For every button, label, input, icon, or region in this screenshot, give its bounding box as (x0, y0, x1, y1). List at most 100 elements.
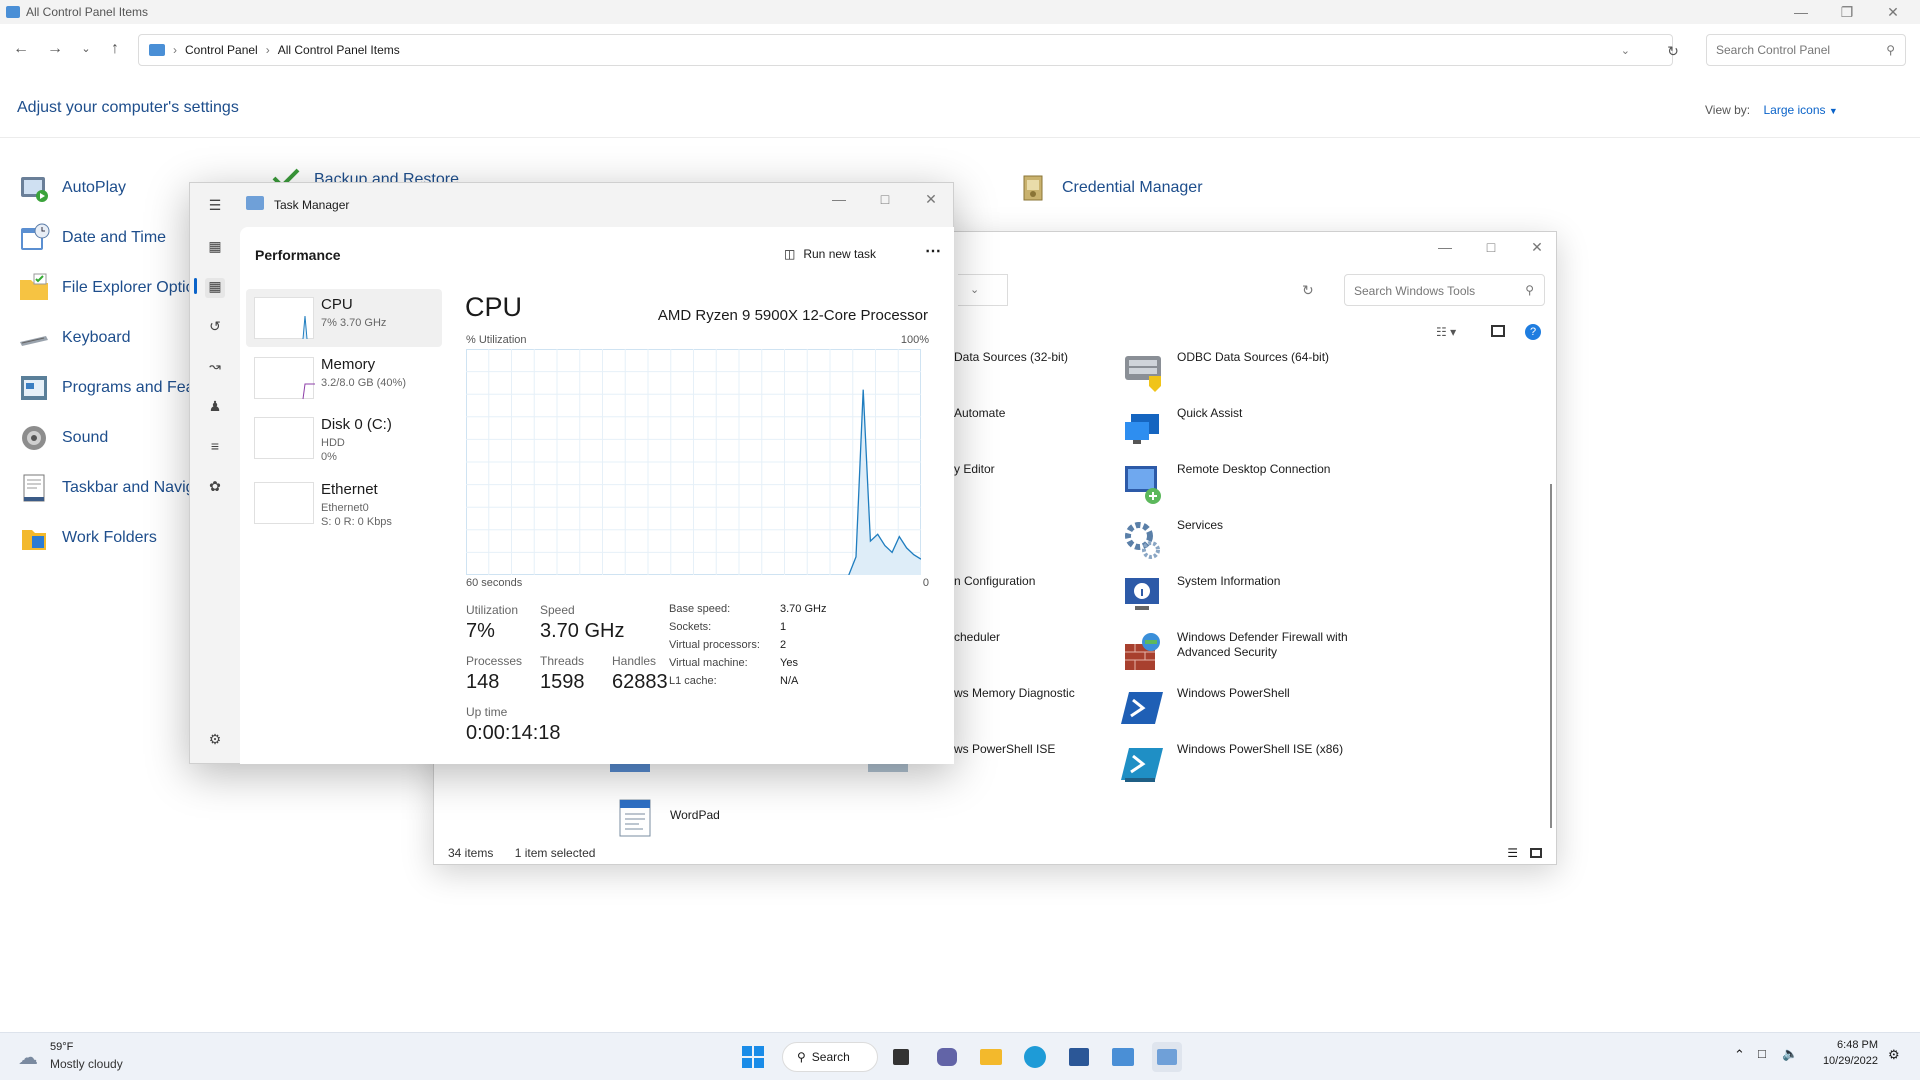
details-view-icon[interactable]: ☰ (1507, 846, 1518, 860)
wt-item-editor[interactable]: y Editor (954, 462, 995, 477)
settings-gear-icon[interactable]: ⚙ (205, 731, 225, 751)
wt-item-services[interactable]: Services (1121, 518, 1223, 562)
preview-pane-icon[interactable] (1491, 325, 1505, 337)
address-bar[interactable]: › Control Panel › All Control Panel Item… (138, 34, 1673, 66)
refresh-icon[interactable]: ↻ (1302, 282, 1314, 299)
wt-item-defender-firewall[interactable]: Windows Defender Firewall with Advanced … (1121, 630, 1357, 674)
breadcrumb-control-panel[interactable]: Control Panel (185, 43, 258, 57)
minimize-button[interactable]: — (1422, 232, 1468, 262)
file-explorer-icon[interactable] (976, 1042, 1006, 1072)
taskbar-search[interactable]: ⚲ Search (782, 1042, 878, 1072)
close-button[interactable]: ✕ (1870, 0, 1916, 24)
maximize-button[interactable]: □ (862, 183, 908, 215)
minimize-button[interactable]: — (816, 183, 862, 215)
chevron-down-icon[interactable]: ▼ (1829, 106, 1838, 116)
network-icon[interactable]: □ (1758, 1046, 1766, 1061)
perf-list-disk[interactable]: Disk 0 (C:) HDD 0% (246, 409, 442, 467)
app-history-icon[interactable]: ↺ (205, 318, 225, 338)
wt-item-configuration[interactable]: n Configuration (954, 574, 1035, 589)
notifications-icon[interactable]: ⚙ (1888, 1047, 1900, 1063)
cp-item-work-folders[interactable]: Work Folders (18, 522, 157, 554)
processes-label: Processes (466, 654, 523, 668)
cp-item-programs-features[interactable]: Programs and Feat (18, 372, 199, 404)
volume-icon[interactable]: 🔈 (1782, 1046, 1798, 1062)
search-icon: ⚲ (1886, 43, 1895, 57)
run-new-task-button[interactable]: ◫ Run new task (784, 247, 876, 261)
processes-icon[interactable]: ▦ (205, 238, 225, 258)
processes-value: 148 (466, 671, 500, 693)
start-button[interactable] (738, 1042, 768, 1072)
performance-icon[interactable]: ▦ (205, 278, 225, 298)
wt-item-powershell[interactable]: Windows PowerShell (1121, 686, 1290, 730)
startup-apps-icon[interactable]: ↝ (205, 358, 225, 378)
hamburger-menu-icon[interactable]: ☰ (205, 197, 225, 217)
speed-label: Speed (540, 603, 575, 617)
details-icon[interactable]: ≡ (205, 438, 225, 458)
store-icon[interactable] (1064, 1042, 1094, 1072)
minimize-button[interactable]: — (1778, 0, 1824, 24)
memory-thumbnail (254, 357, 315, 400)
edge-icon[interactable] (1020, 1042, 1050, 1072)
chevron-down-icon[interactable]: ⌄ (1621, 44, 1630, 57)
l1-cache-value: N/A (780, 675, 799, 687)
view-options-icon[interactable]: ☷ ▾ (1436, 325, 1456, 339)
up-icon[interactable]: ↑ (106, 40, 124, 58)
view-by-dropdown[interactable]: Large icons (1763, 103, 1825, 117)
weather-temp[interactable]: 59°F (50, 1041, 73, 1053)
wt-item-data-sources-32[interactable]: Data Sources (32-bit) (954, 350, 1068, 365)
control-panel-taskbar-icon[interactable] (1108, 1042, 1138, 1072)
recent-locations-icon[interactable]: ⌄ (77, 40, 95, 58)
scrollbar[interactable] (1550, 484, 1552, 828)
services-icon (1125, 522, 1160, 559)
wt-item-wordpad[interactable]: WordPad (614, 796, 720, 840)
wt-item-remote-desktop[interactable]: Remote Desktop Connection (1121, 462, 1330, 506)
wt-item-scheduler[interactable]: cheduler (954, 630, 1000, 645)
cp-item-autoplay[interactable]: AutoPlay (18, 172, 126, 204)
restore-button[interactable]: ❐ (1824, 0, 1870, 24)
odbc-icon (1125, 356, 1161, 392)
chat-icon[interactable] (932, 1042, 962, 1072)
large-icons-view-icon[interactable] (1530, 848, 1542, 858)
maximize-button[interactable]: □ (1468, 232, 1514, 262)
more-options-icon[interactable]: ⋯ (925, 241, 941, 261)
weather-desc[interactable]: Mostly cloudy (50, 1057, 123, 1071)
cp-item-taskbar-navigation[interactable]: Taskbar and Navig (18, 472, 195, 504)
help-icon[interactable]: ? (1525, 324, 1541, 340)
selection-count: 1 item selected (514, 846, 596, 860)
services-icon[interactable]: ✿ (205, 478, 225, 498)
weather-cloud-icon[interactable]: ☁ (18, 1045, 38, 1070)
cp-item-date-time[interactable]: Date and Time (18, 222, 166, 254)
search-control-panel-input[interactable]: Search Control Panel ⚲ (1706, 34, 1906, 66)
close-button[interactable]: ✕ (1514, 232, 1560, 262)
cp-item-file-explorer-options[interactable]: File Explorer Optio (18, 272, 195, 304)
search-windows-tools-input[interactable]: Search Windows Tools ⚲ (1344, 274, 1545, 306)
wt-item-automate[interactable]: Automate (954, 406, 1005, 421)
perf-list-ethernet[interactable]: Ethernet Ethernet0 S: 0 R: 0 Kbps (246, 474, 442, 532)
wt-item-quick-assist[interactable]: Quick Assist (1121, 406, 1242, 450)
perf-list-memory[interactable]: Memory 3.2/8.0 GB (40%) (246, 349, 442, 407)
close-button[interactable]: ✕ (908, 183, 954, 215)
task-view-icon[interactable] (886, 1042, 916, 1072)
cp-item-keyboard[interactable]: Keyboard (18, 322, 131, 354)
wt-item-odbc-64[interactable]: ODBC Data Sources (64-bit) (1121, 350, 1329, 394)
cp-item-sound[interactable]: Sound (18, 422, 108, 454)
perf-list-cpu[interactable]: CPU 7% 3.70 GHz (246, 289, 442, 347)
breadcrumb-all-items[interactable]: All Control Panel Items (278, 43, 400, 57)
chevron-up-icon[interactable]: ⌃ (1734, 1047, 1745, 1063)
wt-item-powershell-ise-x86[interactable]: Windows PowerShell ISE (x86) (1121, 742, 1343, 786)
cp-item-credential-manager[interactable]: Credential Manager (1018, 172, 1203, 204)
wt-item-system-information[interactable]: System Information (1121, 574, 1280, 618)
address-bar[interactable]: ⌄ (958, 274, 1008, 306)
wt-item-memory-diagnostic[interactable]: ws Memory Diagnostic (954, 686, 1075, 701)
users-icon[interactable]: ♟ (205, 398, 225, 418)
clock-date[interactable]: 10/29/2022 (1812, 1055, 1878, 1067)
forward-icon[interactable]: → (46, 40, 64, 58)
handles-value: 62883 (612, 671, 668, 693)
keyboard-icon (20, 336, 48, 346)
task-manager-taskbar-icon[interactable] (1152, 1042, 1182, 1072)
refresh-icon[interactable]: ↻ (1664, 42, 1682, 60)
wt-item-powershell-ise[interactable]: ws PowerShell ISE (954, 742, 1055, 757)
back-icon[interactable]: ← (12, 40, 30, 58)
chevron-down-icon[interactable]: ⌄ (970, 283, 979, 296)
clock-time[interactable]: 6:48 PM (1832, 1039, 1878, 1051)
